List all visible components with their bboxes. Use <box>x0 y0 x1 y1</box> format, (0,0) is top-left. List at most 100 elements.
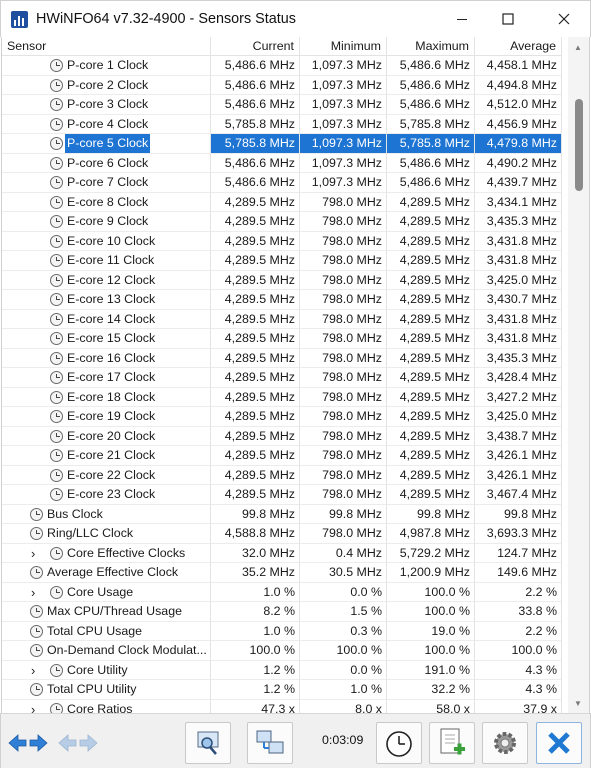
table-row[interactable]: P-core 6 Clock 5,486.6 MHz 1,097.3 MHz 5,48… <box>2 153 568 173</box>
table-row[interactable]: › Core Ratios 47.3 x 8.0 x 58.0 x 37.9 x <box>2 699 568 714</box>
table-row[interactable]: E-core 23 Clock 4,289.5 MHz 798.0 MHz 4,289… <box>2 485 568 505</box>
reset-timer-button[interactable] <box>376 722 422 764</box>
column-header-average[interactable]: Average <box>475 37 562 56</box>
table-row[interactable]: E-core 17 Clock 4,289.5 MHz 798.0 MHz 4,289… <box>2 368 568 388</box>
table-row[interactable]: E-core 22 Clock 4,289.5 MHz 798.0 MHz 4,289… <box>2 465 568 485</box>
table-row[interactable]: E-core 20 Clock 4,289.5 MHz 798.0 MHz 4,289… <box>2 426 568 446</box>
sensor-label: Core Utility <box>67 662 128 677</box>
sensor-name-cell: › Core Ratios <box>2 699 211 714</box>
sensor-name-cell: P-core 2 Clock <box>2 75 211 95</box>
table-row[interactable]: E-core 21 Clock 4,289.5 MHz 798.0 MHz 4,289… <box>2 446 568 466</box>
sensor-label: Core Effective Clocks <box>67 545 186 560</box>
table-row-selected[interactable]: P-core 5 Clock 5,785.8 MHz 1,097.3 MHz 5,78… <box>2 134 568 154</box>
average-value: 100.0 % <box>475 641 562 661</box>
minimum-value: 8.0 x <box>300 699 387 713</box>
maximum-value: 32.2 % <box>387 680 475 700</box>
table-row[interactable]: › Core Effective Clocks 32.0 MHz 0.4 MHz 5,7… <box>2 543 568 563</box>
table-row[interactable]: Average Effective Clock 35.2 MHz 30.5 MHz 1… <box>2 563 568 583</box>
expand-chevron-icon[interactable]: › <box>31 662 35 679</box>
scrollbar-thumb[interactable] <box>575 99 583 191</box>
maximum-value: 4,289.5 MHz <box>387 485 475 505</box>
minimum-value: 798.0 MHz <box>300 426 387 446</box>
sensor-label: Total CPU Usage <box>47 623 143 638</box>
table-row[interactable]: Total CPU Utility 1.2 % 1.0 % 32.2 % 4.3 % <box>2 680 568 700</box>
minimum-value: 1,097.3 MHz <box>300 95 387 115</box>
table-row[interactable]: P-core 1 Clock 5,486.6 MHz 1,097.3 MHz 5,48… <box>2 56 568 76</box>
column-header-maximum[interactable]: Maximum <box>387 37 475 56</box>
sensor-name-cell: Total CPU Usage <box>2 621 211 641</box>
expand-chevron-icon[interactable]: › <box>31 584 35 601</box>
current-value: 100.0 % <box>211 641 300 661</box>
sensor-grid[interactable]: Sensor Current Minimum Maximum Average P… <box>1 37 590 713</box>
minimum-value: 0.0 % <box>300 582 387 602</box>
maximum-value: 5,785.8 MHz <box>387 134 475 154</box>
expand-chevron-icon[interactable]: › <box>31 701 35 714</box>
table-row[interactable]: E-core 15 Clock 4,289.5 MHz 798.0 MHz 4,289… <box>2 329 568 349</box>
maximize-button[interactable] <box>486 1 530 37</box>
sensor-name-cell: E-core 22 Clock <box>2 465 211 485</box>
table-row[interactable]: On-Demand Clock Modulat... 100.0 % 100.0 %… <box>2 641 568 661</box>
table-row[interactable]: P-core 4 Clock 5,785.8 MHz 1,097.3 MHz 5,78… <box>2 114 568 134</box>
table-row[interactable]: P-core 2 Clock 5,486.6 MHz 1,097.3 MHz 5,48… <box>2 75 568 95</box>
sensor-name-cell: P-core 5 Clock <box>2 134 211 154</box>
minimum-value: 0.4 MHz <box>300 543 387 563</box>
minimum-value: 1,097.3 MHz <box>300 153 387 173</box>
table-row[interactable]: E-core 10 Clock 4,289.5 MHz 798.0 MHz 4,289… <box>2 231 568 251</box>
maximum-value: 5,486.6 MHz <box>387 153 475 173</box>
scroll-up-arrow-icon[interactable]: ▲ <box>574 43 582 52</box>
monitor-search-button[interactable] <box>185 722 231 764</box>
minimum-value: 0.0 % <box>300 660 387 680</box>
table-row[interactable]: Ring/LLC Clock 4,588.8 MHz 798.0 MHz 4,987.… <box>2 524 568 544</box>
sensor-label: On-Demand Clock Modulat... <box>47 643 207 657</box>
table-row[interactable]: E-core 16 Clock 4,289.5 MHz 798.0 MHz 4,289… <box>2 348 568 368</box>
maximum-value: 4,289.5 MHz <box>387 212 475 232</box>
table-row[interactable]: P-core 7 Clock 5,486.6 MHz 1,097.3 MHz 5,48… <box>2 173 568 193</box>
expand-chevron-icon[interactable]: › <box>31 545 35 562</box>
close-sensors-button[interactable] <box>536 722 582 764</box>
column-header-sensor[interactable]: Sensor <box>2 37 211 56</box>
table-row[interactable]: Bus Clock 99.8 MHz 99.8 MHz 99.8 MHz 99.8 MH… <box>2 504 568 524</box>
table-row[interactable]: E-core 19 Clock 4,289.5 MHz 798.0 MHz 4,289… <box>2 407 568 427</box>
sensor-name-cell: E-core 13 Clock <box>2 290 211 310</box>
expand-all-button[interactable] <box>7 732 49 754</box>
close-window-button[interactable] <box>542 1 586 37</box>
column-header-minimum[interactable]: Minimum <box>300 37 387 56</box>
maximum-value: 4,289.5 MHz <box>387 192 475 212</box>
minimum-value: 798.0 MHz <box>300 290 387 310</box>
minimum-value: 1,097.3 MHz <box>300 114 387 134</box>
maximum-value: 4,289.5 MHz <box>387 426 475 446</box>
table-row[interactable]: E-core 12 Clock 4,289.5 MHz 798.0 MHz 4,289… <box>2 270 568 290</box>
table-row[interactable]: › Core Utility 1.2 % 0.0 % 191.0 % 4.3 % <box>2 660 568 680</box>
minimum-value: 1,097.3 MHz <box>300 56 387 76</box>
table-row[interactable]: E-core 18 Clock 4,289.5 MHz 798.0 MHz 4,289… <box>2 387 568 407</box>
table-row[interactable]: E-core 14 Clock 4,289.5 MHz 798.0 MHz 4,289… <box>2 309 568 329</box>
maximum-value: 4,289.5 MHz <box>387 348 475 368</box>
current-value: 1.2 % <box>211 680 300 700</box>
table-row[interactable]: Max CPU/Thread Usage 8.2 % 1.5 % 100.0 % 33.… <box>2 602 568 622</box>
average-value: 2.2 % <box>475 621 562 641</box>
clock-icon <box>50 273 63 287</box>
logging-button[interactable] <box>429 722 475 764</box>
table-row[interactable]: E-core 9 Clock 4,289.5 MHz 798.0 MHz 4,289.… <box>2 212 568 232</box>
table-row[interactable]: › Core Usage 1.0 % 0.0 % 100.0 % 2.2 % <box>2 582 568 602</box>
table-row[interactable]: E-core 8 Clock 4,289.5 MHz 798.0 MHz 4,289.… <box>2 192 568 212</box>
table-row[interactable]: E-core 11 Clock 4,289.5 MHz 798.0 MHz 4,289… <box>2 251 568 271</box>
maximum-value: 4,289.5 MHz <box>387 407 475 427</box>
settings-button[interactable] <box>482 722 528 764</box>
title-bar[interactable]: HWiNFO64 v7.32-4900 - Sensors Status <box>0 0 591 37</box>
table-row[interactable]: P-core 3 Clock 5,486.6 MHz 1,097.3 MHz 5,48… <box>2 95 568 115</box>
table-row[interactable]: E-core 13 Clock 4,289.5 MHz 798.0 MHz 4,289… <box>2 290 568 310</box>
column-header-current[interactable]: Current <box>211 37 300 56</box>
minimize-button[interactable] <box>440 1 484 37</box>
network-button[interactable] <box>247 722 293 764</box>
vertical-scrollbar[interactable]: ▲ ▼ <box>568 37 589 713</box>
collapse-all-button[interactable] <box>57 732 99 754</box>
clock-icon <box>50 371 63 384</box>
table-row[interactable]: Total CPU Usage 1.0 % 0.3 % 19.0 % 2.2 % <box>2 621 568 641</box>
maximum-value: 4,289.5 MHz <box>387 446 475 466</box>
minimum-value: 798.0 MHz <box>300 465 387 485</box>
minimum-value: 798.0 MHz <box>300 348 387 368</box>
minimum-value: 0.3 % <box>300 621 387 641</box>
scroll-down-arrow-icon[interactable]: ▼ <box>574 699 582 708</box>
hwinfo-app-icon <box>11 10 28 28</box>
